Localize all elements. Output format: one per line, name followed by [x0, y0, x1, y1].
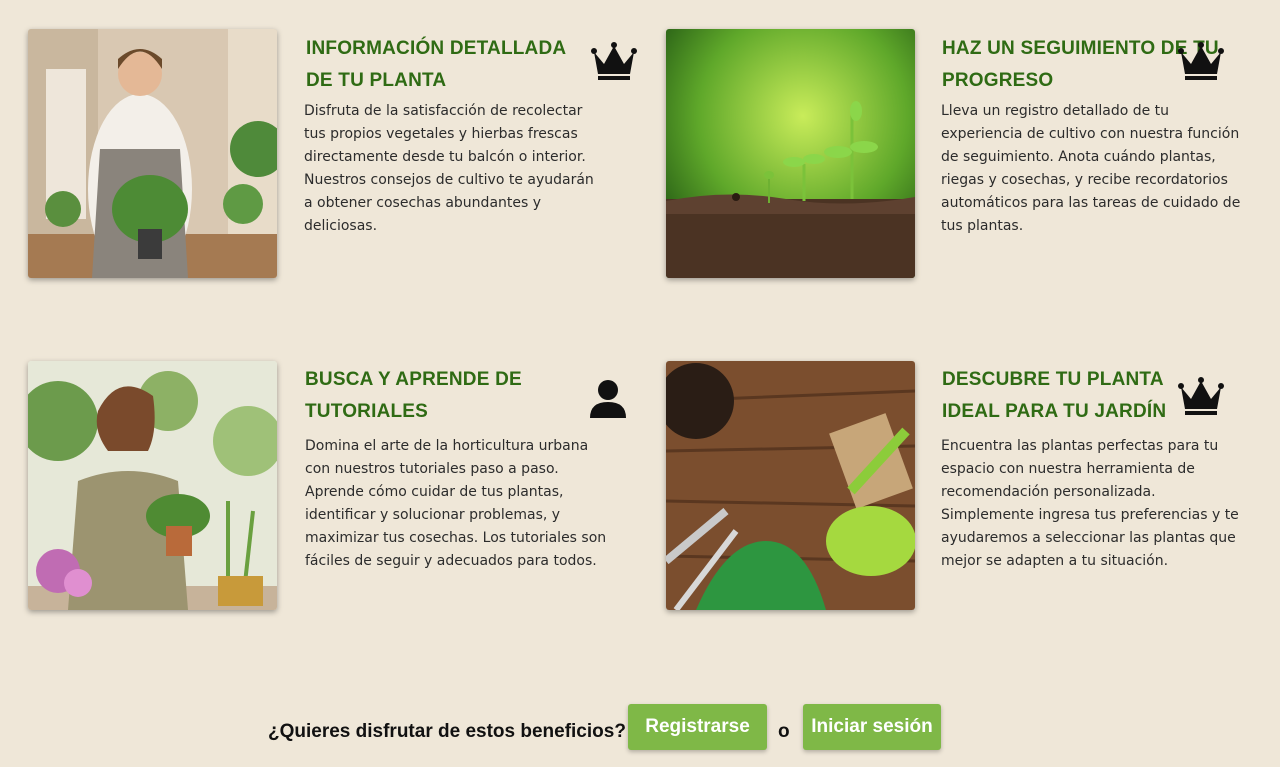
cta-question: ¿Quieres disfrutar de estos beneficios? [268, 721, 626, 742]
crown-icon [1177, 375, 1225, 419]
user-icon [586, 376, 634, 420]
garden-tools-photo [666, 361, 915, 610]
feature-description: Disfruta de la satisfacción de recolecta… [304, 103, 594, 234]
feature-description: Encuentra las plantas perfectas para tu … [941, 438, 1239, 569]
feature-title: INFORMACIÓN DETALLADA DE TU PLANTA [306, 38, 566, 91]
login-button[interactable]: Iniciar sesión [803, 704, 941, 750]
feature-description: Lleva un registro detallado de tu experi… [941, 103, 1241, 234]
woman-holding-plant-photo [28, 29, 277, 278]
register-button[interactable]: Registrarse [628, 704, 767, 750]
feature-description: Domina el arte de la horticultura urbana… [305, 438, 607, 569]
or-separator: o [778, 721, 790, 742]
seedlings-growing-photo [666, 29, 915, 278]
crown-icon [1177, 40, 1225, 84]
woman-potting-plant-photo [28, 361, 277, 610]
crown-icon [590, 40, 638, 84]
feature-title: BUSCA Y APRENDE DE TUTORIALES [305, 369, 522, 422]
signup-cta: ¿Quieres disfrutar de estos beneficios? … [0, 704, 1280, 750]
